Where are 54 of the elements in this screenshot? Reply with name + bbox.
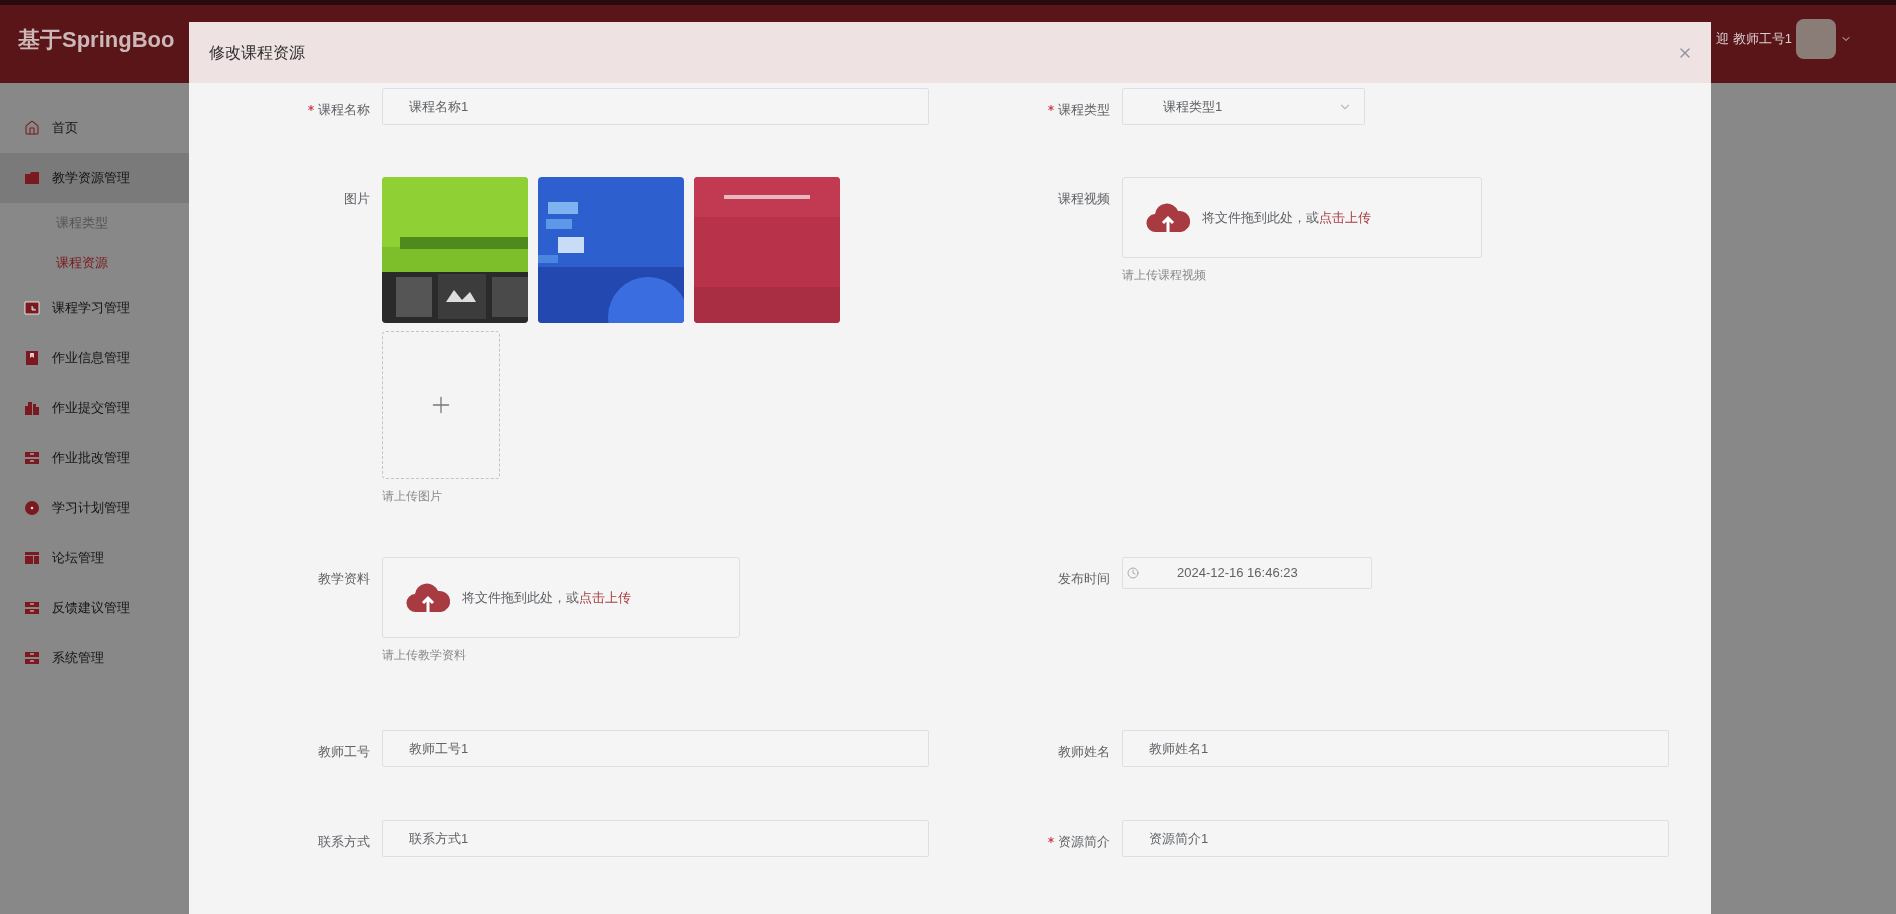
sidebar-item[interactable]: 课程学习管理	[0, 283, 189, 333]
clock-icon	[1127, 567, 1139, 579]
layout-icon	[24, 550, 40, 566]
site-title: 基于SpringBoo	[18, 25, 175, 54]
sidebar-subitem[interactable]: 课程资源	[0, 243, 189, 283]
sidebar-item[interactable]: 系统管理	[0, 633, 189, 683]
drawer-icon	[24, 600, 40, 616]
sidebar-item[interactable]: 教学资源管理	[0, 153, 189, 203]
upload-prompt: 将文件拖到此处，或点击上传	[462, 588, 631, 607]
upload-link[interactable]: 点击上传	[1319, 209, 1371, 225]
sidebar-item[interactable]: 首页	[0, 103, 189, 153]
field-label: 教学资料	[318, 569, 370, 588]
field-label: 联系方式	[318, 832, 370, 851]
text-field[interactable]: 教师工号1	[382, 730, 929, 767]
folder-icon	[24, 170, 40, 186]
select-field[interactable]: 课程类型1	[1122, 88, 1365, 125]
disc-icon	[24, 500, 40, 516]
upload-cloud-icon	[406, 581, 450, 614]
upload-hint: 请上传课程视频	[1122, 267, 1207, 284]
field-label: 教师姓名	[1058, 742, 1110, 761]
buildings-icon	[24, 400, 40, 416]
field-label: 课程名称	[318, 100, 370, 119]
home-icon	[24, 120, 40, 136]
sidebar-item[interactable]: 学习计划管理	[0, 483, 189, 533]
upload-hint: 请上传图片	[382, 488, 443, 505]
drawer-icon	[24, 450, 40, 466]
dialog-title: 修改课程资源	[209, 42, 305, 63]
text-field[interactable]: 课程名称1	[382, 88, 929, 125]
field-label: 图片	[344, 189, 370, 208]
welcome-text: 迎 教师工号1	[1716, 30, 1792, 49]
text-field[interactable]: 教师姓名1	[1122, 730, 1669, 767]
bookmark-icon	[24, 350, 40, 366]
field-label: 教师工号	[318, 742, 370, 761]
text-field[interactable]: 联系方式1	[382, 820, 929, 857]
field-label: 课程类型	[1058, 100, 1110, 119]
book-icon	[24, 300, 40, 316]
sidebar-item[interactable]: 论坛管理	[0, 533, 189, 583]
field-label: 资源简介	[1058, 832, 1110, 851]
sidebar-item[interactable]: 作业批改管理	[0, 433, 189, 483]
text-field[interactable]: 资源简介1	[1122, 820, 1669, 857]
sidebar-item[interactable]: 作业信息管理	[0, 333, 189, 383]
avatar[interactable]	[1796, 19, 1836, 59]
upload-dropzone[interactable]: 将文件拖到此处，或点击上传	[382, 557, 740, 638]
upload-link[interactable]: 点击上传	[579, 589, 631, 605]
upload-dropzone[interactable]: 将文件拖到此处，或点击上传	[1122, 177, 1482, 258]
drawer-icon	[24, 650, 40, 666]
date-field[interactable]: 2024-12-16 16:46:23	[1122, 557, 1372, 589]
field-label: 发布时间	[1058, 569, 1110, 588]
sidebar-item[interactable]: 作业提交管理	[0, 383, 189, 433]
sidebar-item[interactable]: 反馈建议管理	[0, 583, 189, 633]
field-label: 课程视频	[1058, 189, 1110, 208]
upload-prompt: 将文件拖到此处，或点击上传	[1202, 208, 1371, 227]
upload-hint: 请上传教学资料	[382, 647, 467, 664]
upload-cloud-icon	[1146, 201, 1190, 234]
